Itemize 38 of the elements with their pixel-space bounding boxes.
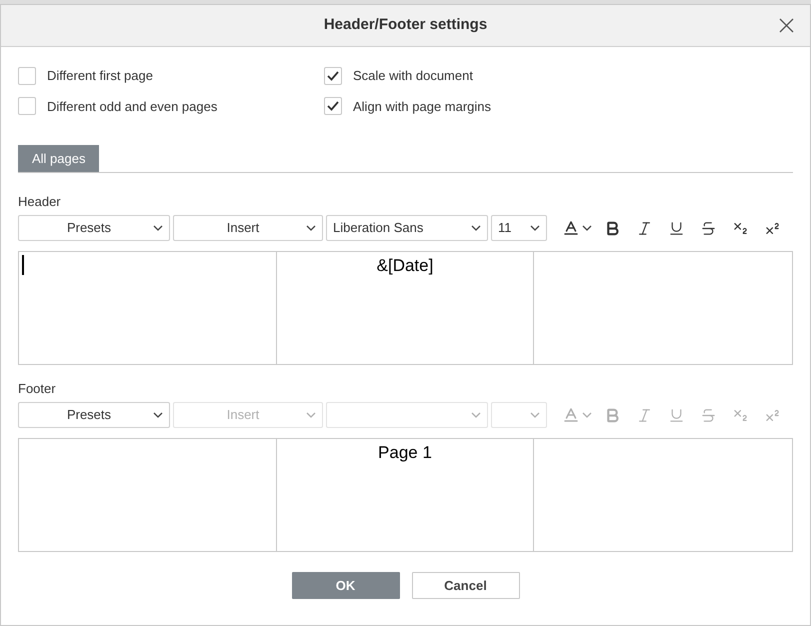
strikethrough-icon xyxy=(700,220,716,236)
dropdown[interactable]: Presets xyxy=(18,215,170,241)
dropdown[interactable]: 11 xyxy=(491,215,547,241)
chevron-down-icon xyxy=(582,412,592,418)
checkbox-label: Different odd and even pages xyxy=(47,98,218,116)
chevron-down-icon xyxy=(530,225,540,231)
chevron-down-icon xyxy=(471,412,481,418)
text-color-icon xyxy=(562,406,580,424)
text-color-icon xyxy=(562,219,580,237)
checkbox[interactable] xyxy=(18,66,36,85)
underline-icon xyxy=(668,220,684,236)
dialog-title: Header/Footer settings xyxy=(324,15,488,36)
tab[interactable]: All pages xyxy=(18,145,100,172)
checkbox-label: Scale with document xyxy=(353,67,473,85)
cancel-button[interactable]: Cancel xyxy=(412,572,520,599)
chevron-down-icon xyxy=(306,225,316,231)
chevron-down-icon xyxy=(153,225,163,231)
checkbox[interactable] xyxy=(324,97,342,116)
checkbox-label: Align with page margins xyxy=(353,98,492,116)
section-label: Footer xyxy=(18,381,57,396)
chevron-down-icon xyxy=(471,225,481,231)
section-label: Header xyxy=(18,194,62,209)
editor-text: &[Date] xyxy=(376,255,434,277)
chevron-down-icon xyxy=(582,225,592,231)
dropdown[interactable]: Liberation Sans xyxy=(326,215,488,241)
strikethrough-icon xyxy=(700,406,716,424)
underline-icon xyxy=(668,406,684,424)
text-editor[interactable]: &[Date] xyxy=(18,251,793,365)
checkbox[interactable] xyxy=(18,97,36,116)
chevron-down-icon xyxy=(306,412,316,418)
checkbox[interactable] xyxy=(324,66,342,85)
chevron-down-icon xyxy=(530,412,540,418)
checkbox-label: Different first page xyxy=(47,67,153,85)
chevron-down-icon xyxy=(153,412,163,418)
editor-text: Page 1 xyxy=(378,442,432,464)
ok-button[interactable]: OK xyxy=(292,572,400,599)
dropdown[interactable]: Insert xyxy=(173,215,323,241)
close-icon[interactable] xyxy=(779,18,794,33)
